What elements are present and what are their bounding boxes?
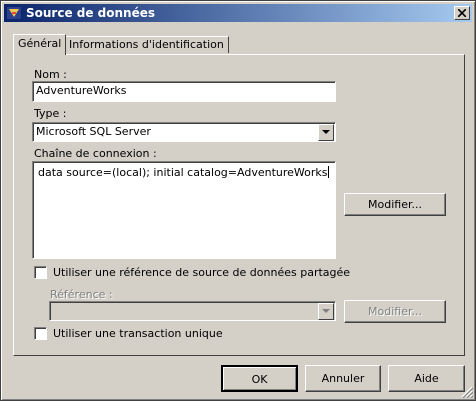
- resize-grip-icon[interactable]: [461, 386, 473, 398]
- type-dropdown-button[interactable]: [318, 124, 334, 141]
- reference-select[interactable]: [49, 301, 336, 321]
- shared-reference-checkbox-label: Utiliser une référence de source de donn…: [53, 266, 351, 279]
- title-bar[interactable]: Source de données: [4, 4, 472, 22]
- reference-label: Référence :: [50, 288, 113, 301]
- modify-reference-button[interactable]: Modifier...: [344, 300, 446, 323]
- text-cursor: [327, 166, 329, 178]
- type-label: Type :: [34, 107, 67, 120]
- tab-credentials[interactable]: Informations d'identification: [64, 36, 229, 53]
- type-select-value: Microsoft SQL Server: [36, 125, 151, 138]
- single-transaction-checkbox[interactable]: [34, 327, 47, 340]
- type-select[interactable]: Microsoft SQL Server: [32, 122, 336, 142]
- name-input[interactable]: AdventureWorks: [32, 81, 336, 102]
- close-icon: [458, 9, 466, 17]
- close-button[interactable]: [454, 6, 470, 20]
- tab-general[interactable]: Général: [13, 34, 67, 55]
- single-transaction-checkbox-label: Utiliser une transaction unique: [53, 327, 223, 340]
- chevron-down-icon: [322, 130, 330, 134]
- connection-string-value: data source=(local); initial catalog=Adv…: [38, 166, 328, 179]
- name-label: Nom :: [34, 68, 67, 81]
- window-title: Source de données: [26, 6, 156, 20]
- modify-connection-button[interactable]: Modifier...: [344, 193, 446, 216]
- connection-string-input[interactable]: data source=(local); initial catalog=Adv…: [32, 161, 336, 259]
- chevron-down-icon: [322, 309, 330, 313]
- help-button[interactable]: Aide: [388, 365, 465, 392]
- app-icon: [7, 7, 21, 19]
- connection-string-label: Chaîne de connexion :: [34, 147, 157, 160]
- reference-dropdown-button[interactable]: [318, 303, 334, 320]
- cancel-button[interactable]: Annuler: [305, 365, 381, 392]
- shared-reference-checkbox[interactable]: [34, 266, 47, 279]
- ok-button[interactable]: OK: [221, 365, 298, 392]
- data-source-dialog: Source de données Général Informations d…: [0, 0, 476, 401]
